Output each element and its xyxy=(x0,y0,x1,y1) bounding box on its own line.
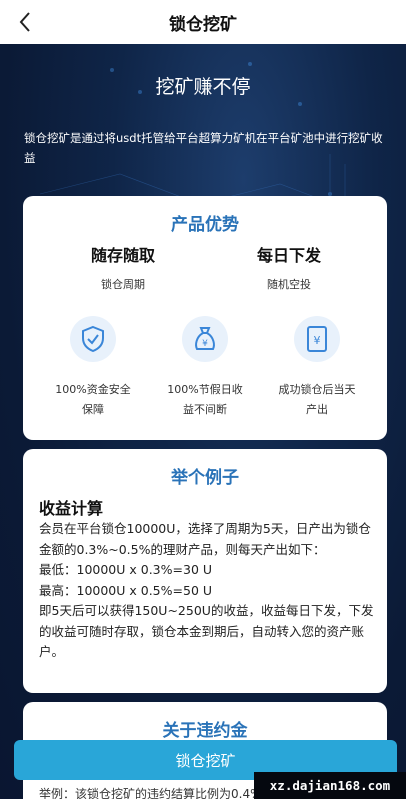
advantages-title: 产品优势 xyxy=(171,215,239,235)
svg-text:¥: ¥ xyxy=(314,334,321,347)
money-bag-icon: ¥ xyxy=(195,327,215,350)
benefit-label: 100%节假日收 xyxy=(167,383,243,396)
shield-check-icon xyxy=(82,325,104,353)
benefit-label: 成功锁仓后当天 xyxy=(278,383,356,396)
benefit-label: 益不间断 xyxy=(183,403,227,416)
svg-text:¥: ¥ xyxy=(202,339,208,349)
benefit-same-day: ¥ 成功锁仓后当天 产出 xyxy=(269,316,365,420)
chevron-left-icon xyxy=(19,12,30,32)
example-heading: 收益计算 xyxy=(39,499,104,518)
yen-receipt-icon: ¥ xyxy=(307,326,327,352)
example-line: 会员在平台锁仓10000U，选择了周期为5天，日产出为锁仓金额的0.3%~0.5… xyxy=(39,521,371,557)
violation-title: 关于违约金 xyxy=(162,721,248,741)
example-body: 会员在平台锁仓10000U，选择了周期为5天，日产出为锁仓金额的0.3%~0.5… xyxy=(39,519,375,663)
feature-subtitle: 随机空投 xyxy=(267,278,311,291)
feature-flexible: 随存随取 锁仓周期 xyxy=(53,242,193,292)
feature-title: 每日下发 xyxy=(256,246,321,265)
benefit-holiday: ¥ 100%节假日收 益不间断 xyxy=(157,316,253,420)
hero-title: 挖矿赚不停 xyxy=(155,76,251,98)
page-title: 锁仓挖矿 xyxy=(169,14,237,35)
example-card: 举个例子 收益计算 会员在平台锁仓10000U，选择了周期为5天，日产出为锁仓金… xyxy=(23,449,387,693)
advantages-card: 产品优势 随存随取 锁仓周期 每日下发 随机空投 100%资金安全 保障 ¥ 1… xyxy=(23,196,387,440)
top-bar: 锁仓挖矿 xyxy=(0,0,406,44)
benefit-label: 产出 xyxy=(306,403,328,416)
feature-daily: 每日下发 随机空投 xyxy=(219,242,359,292)
example-line: 最高：10000U x 0.5%=50 U xyxy=(39,582,213,598)
back-button[interactable] xyxy=(12,8,38,36)
example-line: 即5天后可以获得150U~250U的收益，收益每日下发，下发的收益可随时存取，锁… xyxy=(39,603,374,659)
hero-section: 挖矿赚不停 锁仓挖矿是通过将usdt托管给平台超算力矿机在平台矿池中进行挖矿收益… xyxy=(0,44,406,799)
example-line: 最低：10000U x 0.3%=30 U xyxy=(39,562,213,577)
example-title: 举个例子 xyxy=(171,468,239,488)
feature-subtitle: 锁仓周期 xyxy=(101,278,145,291)
benefit-safety: 100%资金安全 保障 xyxy=(45,316,141,420)
feature-title: 随存随取 xyxy=(90,246,155,265)
hero-description: 锁仓挖矿是通过将usdt托管给平台超算力矿机在平台矿池中进行挖矿收益 xyxy=(24,131,383,165)
watermark: xz.dajian168.com xyxy=(254,772,406,799)
benefit-label: 100%资金安全 xyxy=(55,383,131,396)
benefit-label: 保障 xyxy=(82,403,104,416)
